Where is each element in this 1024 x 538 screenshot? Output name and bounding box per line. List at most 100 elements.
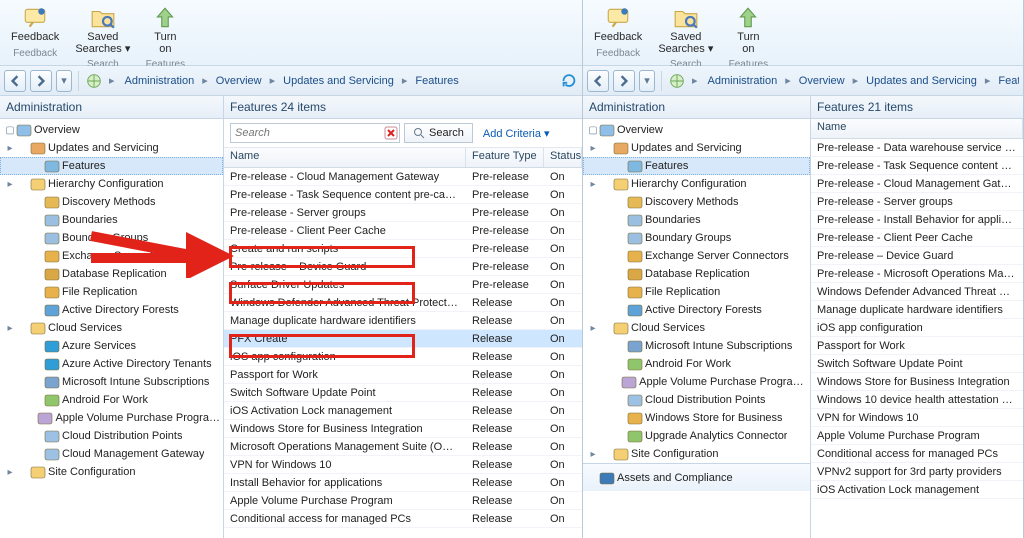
- saved-searches-button[interactable]: Saved Searches ▾: [651, 2, 720, 58]
- add-criteria-link[interactable]: Add Criteria ▾: [483, 127, 550, 140]
- tree-node[interactable]: Features: [0, 157, 223, 175]
- col-status[interactable]: Status: [544, 148, 582, 167]
- table-row[interactable]: Pre-release - Install Behavior for appli…: [811, 211, 1023, 229]
- table-row[interactable]: PFX CreateReleaseOn: [224, 330, 582, 348]
- tree-node[interactable]: ▢Overview: [583, 121, 810, 139]
- table-row[interactable]: Pre-release - Cloud Management Gateway: [811, 175, 1023, 193]
- tree-node[interactable]: Database Replication: [0, 265, 223, 283]
- col-type[interactable]: Feature Type: [466, 148, 544, 167]
- tree-node[interactable]: ▢Overview: [0, 121, 223, 139]
- expander-icon[interactable]: ▸: [4, 467, 16, 478]
- tree-node[interactable]: Discovery Methods: [0, 193, 223, 211]
- table-row[interactable]: Windows 10 device health attestation sup…: [811, 391, 1023, 409]
- forward-button[interactable]: [30, 70, 52, 92]
- tree-node[interactable]: Boundary Groups: [583, 229, 810, 247]
- tree-node[interactable]: Discovery Methods: [583, 193, 810, 211]
- table-row[interactable]: Passport for Work: [811, 337, 1023, 355]
- table-row[interactable]: VPNv2 support for 3rd party providers: [811, 463, 1023, 481]
- tree-node[interactable]: Cloud Distribution Points: [0, 427, 223, 445]
- tree-node[interactable]: Apple Volume Purchase Program Tokens: [0, 409, 223, 427]
- tree-node[interactable]: Android For Work: [0, 391, 223, 409]
- tree-node[interactable]: ▸Site Configuration: [583, 445, 810, 463]
- table-row[interactable]: iOS app configurationReleaseOn: [224, 348, 582, 366]
- clear-search-button[interactable]: [382, 124, 399, 142]
- table-row[interactable]: Pre-release - Data warehouse service poi…: [811, 139, 1023, 157]
- expander-icon[interactable]: ▸: [4, 323, 16, 334]
- tree-node[interactable]: ▸Hierarchy Configuration: [583, 175, 810, 193]
- grid-header[interactable]: Name: [811, 119, 1023, 139]
- tree-node[interactable]: Cloud Management Gateway: [0, 445, 223, 463]
- tree-node[interactable]: ▸Site Configuration: [0, 463, 223, 481]
- tree-node[interactable]: Azure Services: [0, 337, 223, 355]
- breadcrumb[interactable]: Administration▸Overview▸Updates and Serv…: [704, 73, 1019, 89]
- tree-node[interactable]: Features: [583, 157, 810, 175]
- table-row[interactable]: Pre-release - Server groups: [811, 193, 1023, 211]
- col-name[interactable]: Name: [811, 119, 1023, 138]
- breadcrumb-item[interactable]: Updates and Servicing: [279, 73, 398, 89]
- saved-searches-button[interactable]: Saved Searches ▾: [68, 2, 137, 58]
- history-dropdown[interactable]: ▾: [56, 70, 72, 92]
- expander-icon[interactable]: ▸: [587, 449, 599, 460]
- table-row[interactable]: Pre-release – Device Guard: [811, 247, 1023, 265]
- table-row[interactable]: Create and run scriptsPre-releaseOn: [224, 240, 582, 258]
- tree-node[interactable]: File Replication: [0, 283, 223, 301]
- table-row[interactable]: Pre-release - Task Sequence content pre-…: [811, 157, 1023, 175]
- breadcrumb-item[interactable]: Overview: [212, 73, 266, 89]
- breadcrumb-item[interactable]: Features: [411, 73, 462, 89]
- tree-node[interactable]: Cloud Distribution Points: [583, 391, 810, 409]
- search-button[interactable]: Search: [404, 123, 473, 143]
- table-row[interactable]: Microsoft Operations Management Suite (O…: [224, 438, 582, 456]
- tree-node[interactable]: Exchange Server Connectors: [583, 247, 810, 265]
- table-row[interactable]: Windows Defender Advanced Threat Protect…: [811, 283, 1023, 301]
- table-row[interactable]: Install Behavior for applicationsRelease…: [224, 474, 582, 492]
- table-row[interactable]: Pre-release - Task Sequence content pre-…: [224, 186, 582, 204]
- tree-node[interactable]: Database Replication: [583, 265, 810, 283]
- table-row[interactable]: Passport for WorkReleaseOn: [224, 366, 582, 384]
- table-row[interactable]: Conditional access for managed PCs: [811, 445, 1023, 463]
- table-row[interactable]: Switch Software Update Point: [811, 355, 1023, 373]
- forward-button[interactable]: [613, 70, 635, 92]
- table-row[interactable]: Windows Store for Business IntegrationRe…: [224, 420, 582, 438]
- tree-node[interactable]: ▸Hierarchy Configuration: [0, 175, 223, 193]
- table-row[interactable]: Pre-release - Server groupsPre-releaseOn: [224, 204, 582, 222]
- table-row[interactable]: Conditional access for managed PCsReleas…: [224, 510, 582, 528]
- table-row[interactable]: Pre-release - Client Peer CachePre-relea…: [224, 222, 582, 240]
- breadcrumb-item[interactable]: Administration: [704, 73, 782, 89]
- table-row[interactable]: Pre-release - Cloud Management GatewayPr…: [224, 168, 582, 186]
- tree-node[interactable]: Android For Work: [583, 355, 810, 373]
- turn-on-button[interactable]: Turn on: [722, 2, 774, 58]
- search-input[interactable]: [231, 127, 382, 139]
- tree-node[interactable]: Boundaries: [583, 211, 810, 229]
- turn-on-button[interactable]: Turn on: [139, 2, 191, 58]
- table-row[interactable]: iOS Activation Lock management: [811, 481, 1023, 499]
- breadcrumb-item[interactable]: Administration: [121, 73, 199, 89]
- tree-node[interactable]: Apple Volume Purchase Program Tokens: [583, 373, 810, 391]
- tree-node[interactable]: Windows Store for Business: [583, 409, 810, 427]
- table-row[interactable]: Switch Software Update PointReleaseOn: [224, 384, 582, 402]
- tree-node[interactable]: Active Directory Forests: [0, 301, 223, 319]
- breadcrumb-item[interactable]: Updates and Servicing: [862, 73, 981, 89]
- tree-node[interactable]: ▸Cloud Services: [0, 319, 223, 337]
- table-row[interactable]: VPN for Windows 10: [811, 409, 1023, 427]
- back-button[interactable]: [4, 70, 26, 92]
- expander-icon[interactable]: ▸: [4, 143, 16, 154]
- expander-icon[interactable]: ▢: [4, 125, 16, 136]
- table-row[interactable]: Pre-release - Client Peer Cache: [811, 229, 1023, 247]
- tree-node[interactable]: Boundaries: [0, 211, 223, 229]
- expander-icon[interactable]: ▸: [587, 179, 599, 190]
- breadcrumb-item[interactable]: Features: [994, 73, 1019, 89]
- feedback-button[interactable]: Feedback: [587, 2, 649, 47]
- tree-node[interactable]: Microsoft Intune Subscriptions: [583, 337, 810, 355]
- breadcrumb[interactable]: Administration▸Overview▸Updates and Serv…: [121, 73, 556, 89]
- table-row[interactable]: Apple Volume Purchase Program: [811, 427, 1023, 445]
- feedback-button[interactable]: Feedback: [4, 2, 66, 47]
- tree-node[interactable]: File Replication: [583, 283, 810, 301]
- tree-node[interactable]: ▸Updates and Servicing: [583, 139, 810, 157]
- search-box[interactable]: [230, 123, 400, 143]
- expander-icon[interactable]: ▸: [4, 179, 16, 190]
- grid-header[interactable]: Name Feature Type Status: [224, 148, 582, 168]
- table-row[interactable]: VPN for Windows 10ReleaseOn: [224, 456, 582, 474]
- tree-node[interactable]: Azure Active Directory Tenants: [0, 355, 223, 373]
- tree-node[interactable]: ▸Cloud Services: [583, 319, 810, 337]
- table-row[interactable]: iOS app configuration: [811, 319, 1023, 337]
